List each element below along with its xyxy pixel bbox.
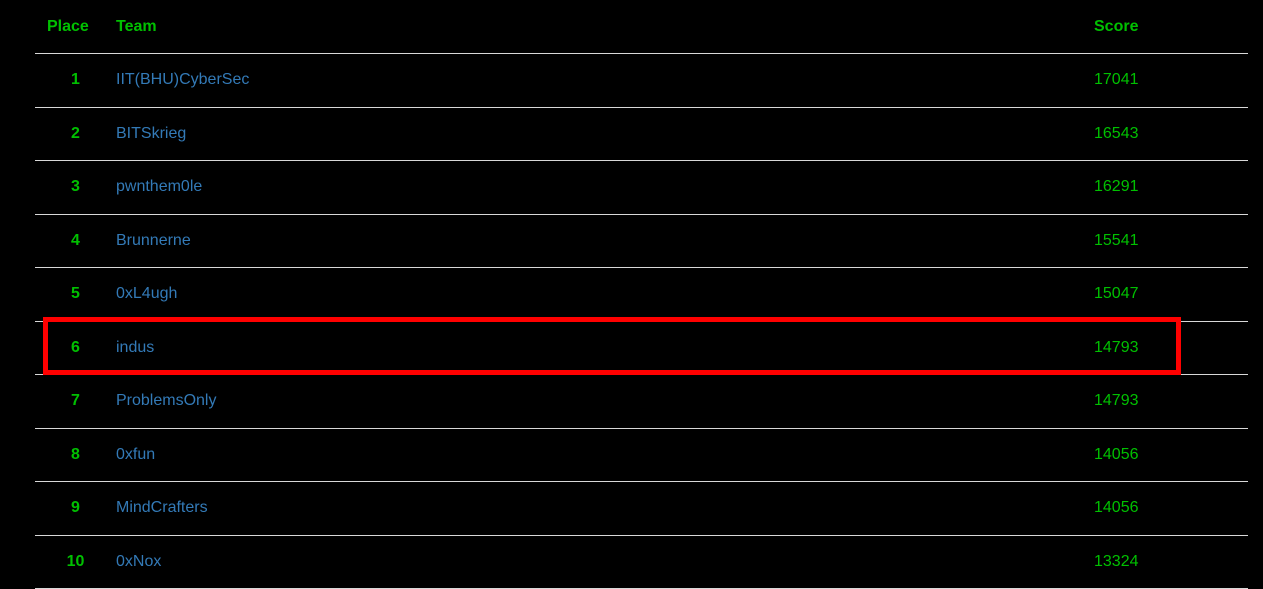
- row-score: 16543: [1094, 107, 1248, 161]
- column-header-score[interactable]: Score: [1094, 0, 1248, 54]
- row-score: 16291: [1094, 160, 1248, 215]
- row-place: 8: [35, 428, 116, 482]
- table-row: 2 BITSkrieg 16543: [35, 107, 1248, 161]
- row-place: 3: [35, 160, 116, 215]
- row-place: 5: [35, 267, 116, 322]
- table-header: Place Team Score: [35, 0, 1248, 54]
- scoreboard-table: Place Team Score 1 IIT(BHU)CyberSec 1704…: [35, 0, 1248, 589]
- row-place: 7: [35, 374, 116, 429]
- row-place: 6: [35, 321, 116, 375]
- table-row: 8 0xfun 14056: [35, 428, 1248, 482]
- table-row: 7 ProblemsOnly 14793: [35, 374, 1248, 429]
- row-place: 10: [35, 535, 116, 589]
- row-score: 17041: [1094, 53, 1248, 108]
- row-score: 14056: [1094, 428, 1248, 482]
- row-score: 14793: [1094, 374, 1248, 429]
- row-score: 13324: [1094, 535, 1248, 589]
- table-row-highlighted: 6 indus 14793: [35, 321, 1248, 375]
- table-row: 4 Brunnerne 15541: [35, 214, 1248, 268]
- row-score: 15047: [1094, 267, 1248, 322]
- team-link[interactable]: MindCrafters: [116, 499, 208, 516]
- table-row: 9 MindCrafters 14056: [35, 481, 1248, 536]
- table-row: 3 pwnthem0le 16291: [35, 160, 1248, 215]
- table-body: 1 IIT(BHU)CyberSec 17041 2 BITSkrieg 165…: [35, 53, 1248, 589]
- header-row: Place Team Score: [35, 0, 1248, 54]
- table-row: 10 0xNox 13324: [35, 535, 1248, 589]
- column-header-team[interactable]: Team: [116, 0, 1094, 54]
- table-row: 1 IIT(BHU)CyberSec 17041: [35, 53, 1248, 108]
- table-row: 5 0xL4ugh 15047: [35, 267, 1248, 322]
- column-header-place[interactable]: Place: [35, 0, 116, 54]
- row-place: 9: [35, 481, 116, 536]
- team-link[interactable]: IIT(BHU)CyberSec: [116, 71, 249, 88]
- team-link[interactable]: ProblemsOnly: [116, 392, 216, 409]
- row-place: 1: [35, 53, 116, 108]
- team-link[interactable]: BITSkrieg: [116, 125, 186, 142]
- team-link[interactable]: 0xNox: [116, 553, 161, 570]
- team-link[interactable]: Brunnerne: [116, 232, 191, 249]
- row-score: 15541: [1094, 214, 1248, 268]
- row-score: 14056: [1094, 481, 1248, 536]
- team-link[interactable]: indus: [116, 339, 154, 356]
- team-link[interactable]: 0xL4ugh: [116, 285, 177, 302]
- team-link[interactable]: 0xfun: [116, 446, 155, 463]
- row-place: 2: [35, 107, 116, 161]
- row-score: 14793: [1094, 321, 1248, 375]
- team-link[interactable]: pwnthem0le: [116, 178, 202, 195]
- row-place: 4: [35, 214, 116, 268]
- scoreboard: Place Team Score 1 IIT(BHU)CyberSec 1704…: [35, 0, 1248, 589]
